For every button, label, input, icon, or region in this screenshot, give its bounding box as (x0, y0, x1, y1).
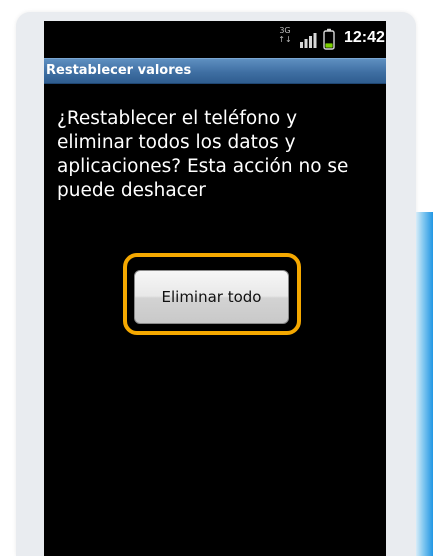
status-bar: 3G ↑↓ 12:42 (44, 21, 386, 58)
status-time: 12:42 (344, 29, 385, 46)
network-type: 3G (279, 26, 291, 35)
page-title: Restablecer valores (46, 63, 192, 78)
title-bar: Restablecer valores (44, 58, 386, 84)
reset-warning-message: ¿Restablecer el teléfono y eliminar todo… (57, 108, 349, 201)
battery-icon (323, 28, 335, 50)
data-arrows: ↑↓ (278, 35, 292, 44)
phone-screen: 3G ↑↓ 12:42 Restablecer valores ¿Restabl… (44, 21, 386, 556)
accent-stripe (416, 212, 433, 556)
signal-icon (300, 33, 317, 48)
network-indicator: 3G ↑↓ (277, 26, 293, 50)
delete-all-button[interactable]: Eliminar todo (134, 270, 289, 324)
